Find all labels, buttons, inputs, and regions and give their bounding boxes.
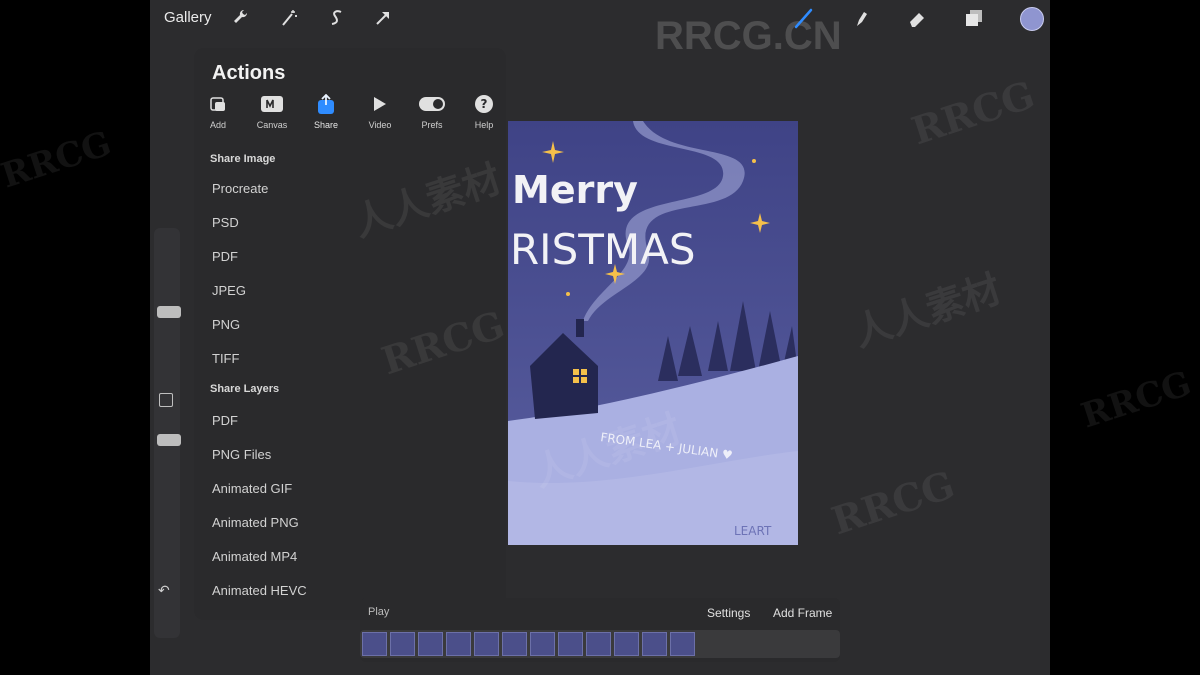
timeline-settings-button[interactable]: Settings [707, 606, 750, 620]
undo-icon[interactable]: ↶ [158, 582, 170, 599]
share-animated-gif[interactable]: Animated GIF [212, 481, 292, 496]
timeline-frame[interactable] [446, 632, 471, 656]
timeline-frame[interactable] [530, 632, 555, 656]
share-image-header: Share Image [210, 153, 276, 165]
play-icon [373, 96, 387, 117]
artwork-signature-text: LEART [734, 524, 772, 538]
timeline-frame[interactable] [418, 632, 443, 656]
toggle-icon [419, 96, 445, 116]
share-tiff[interactable]: TIFF [212, 351, 239, 366]
eraser-icon[interactable] [905, 6, 929, 30]
actions-tabs: Add Canvas Share Video Prefs ? Help [194, 93, 506, 136]
add-icon [209, 95, 227, 118]
actions-panel: Actions Add Canvas Share Video Prefs ? H… [194, 48, 506, 620]
share-animated-png[interactable]: Animated PNG [212, 515, 299, 530]
color-picker-button[interactable] [1020, 7, 1044, 31]
add-frame-button[interactable]: Add Frame [773, 606, 832, 620]
tab-video[interactable]: Video [350, 96, 410, 130]
timeline-frame[interactable] [614, 632, 639, 656]
share-animated-mp4[interactable]: Animated MP4 [212, 549, 297, 564]
watermark-text: RRCG [906, 71, 1040, 154]
smudge-icon[interactable] [849, 6, 873, 30]
share-layers-header: Share Layers [210, 383, 280, 395]
timeline-frame[interactable] [390, 632, 415, 656]
panel-title: Actions [212, 62, 286, 84]
share-icon [317, 93, 335, 119]
canvas-artwork[interactable]: Merry RISTMAS FROM LEA + JULIAN ♥ LEART [508, 121, 798, 545]
top-toolbar: Gallery RRCG.CN [150, 0, 1050, 58]
svg-text:?: ? [481, 97, 488, 111]
tab-prefs[interactable]: Prefs [402, 96, 462, 130]
share-layers-pdf[interactable]: PDF [212, 413, 238, 428]
modify-button[interactable] [159, 393, 173, 407]
share-animated-hevc[interactable]: Animated HEVC [212, 583, 307, 598]
wrench-icon[interactable] [229, 6, 253, 30]
tab-canvas[interactable]: Canvas [242, 95, 302, 130]
tab-share[interactable]: Share [296, 93, 356, 130]
share-layers-png-files[interactable]: PNG Files [212, 447, 271, 462]
gallery-button[interactable]: Gallery [164, 9, 212, 26]
play-button[interactable]: Play [368, 606, 389, 618]
transform-arrow-icon[interactable] [371, 6, 395, 30]
artwork-merry-text: Merry [512, 168, 638, 212]
timeline-frame[interactable] [586, 632, 611, 656]
tab-help[interactable]: ? Help [454, 94, 514, 130]
tab-add[interactable]: Add [188, 96, 248, 130]
timeline-frame[interactable] [362, 632, 387, 656]
watermark-text: 人人素材 [847, 265, 1007, 356]
magic-wand-icon[interactable] [277, 6, 301, 30]
timeline-frame[interactable] [670, 632, 695, 656]
brush-sidebar [154, 228, 181, 638]
timeline-frame[interactable] [502, 632, 527, 656]
share-procreate[interactable]: Procreate [212, 181, 268, 196]
brush-size-slider[interactable] [157, 306, 181, 318]
canvas-icon [261, 95, 283, 117]
share-psd[interactable]: PSD [212, 215, 239, 230]
selection-icon[interactable] [325, 6, 349, 30]
timeline-frame[interactable] [642, 632, 667, 656]
animation-timeline: Play Settings Add Frame [360, 598, 840, 662]
timeline-frame[interactable] [558, 632, 583, 656]
share-pdf[interactable]: PDF [212, 249, 238, 264]
timeline-frame[interactable] [474, 632, 499, 656]
help-icon: ? [475, 94, 493, 118]
watermark-text: RRCG [0, 123, 117, 197]
watermark-text: RRCG [1076, 363, 1197, 437]
share-jpeg[interactable]: JPEG [212, 283, 246, 298]
brush-icon[interactable] [792, 6, 816, 30]
layers-icon[interactable] [962, 6, 986, 30]
frame-strip [360, 630, 840, 658]
share-png[interactable]: PNG [212, 317, 240, 332]
artwork-christmas-text: RISTMAS [510, 225, 696, 274]
procreate-app: Gallery RRCG.CN ↶ Merry RISTMAS FROM LEA… [150, 0, 1050, 675]
watermark-text: RRCG [826, 461, 960, 544]
opacity-slider[interactable] [157, 434, 181, 446]
